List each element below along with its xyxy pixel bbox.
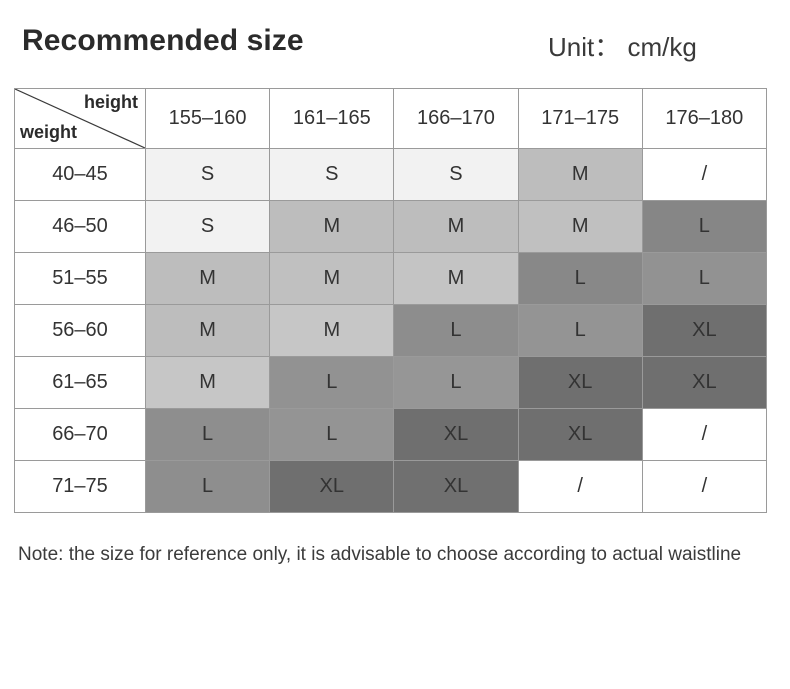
- size-cell: M: [517, 200, 643, 253]
- size-cell: XL: [269, 460, 395, 513]
- size-cell: XL: [517, 408, 643, 461]
- size-cell: M: [517, 148, 643, 201]
- size-cell: L: [641, 252, 767, 305]
- row-label-71-75: 71–75: [14, 460, 146, 513]
- table-row: 71–75 L XL XL / /: [14, 460, 767, 513]
- column-header-166-170: 166–170: [393, 88, 519, 149]
- size-cell: XL: [517, 356, 643, 409]
- size-cell: S: [144, 200, 271, 253]
- size-cell: XL: [393, 408, 519, 461]
- table-row: 66–70 L L XL XL /: [14, 408, 767, 461]
- size-cell: L: [393, 304, 519, 357]
- row-label-46-50: 46–50: [14, 200, 146, 253]
- size-cell: M: [393, 252, 519, 305]
- size-cell: S: [393, 148, 519, 201]
- size-cell: L: [144, 460, 271, 513]
- size-cell: L: [269, 356, 395, 409]
- column-header-161-165: 161–165: [269, 88, 395, 149]
- size-cell: L: [517, 304, 643, 357]
- page-title: Recommended size: [22, 24, 304, 57]
- table-body: 40–45 S S S M / 46–50 S M M M L 51–55 M …: [14, 148, 767, 513]
- row-label-66-70: 66–70: [14, 408, 146, 461]
- size-cell: /: [517, 460, 643, 513]
- table-row: 56–60 M M L L XL: [14, 304, 767, 357]
- row-label-56-60: 56–60: [14, 304, 146, 357]
- row-label-61-65: 61–65: [14, 356, 146, 409]
- size-cell: XL: [641, 304, 767, 357]
- corner-weight-label: weight: [20, 122, 77, 143]
- size-cell: L: [517, 252, 643, 305]
- row-label-51-55: 51–55: [14, 252, 146, 305]
- size-cell: M: [269, 200, 395, 253]
- size-cell: M: [144, 304, 271, 357]
- size-cell: L: [393, 356, 519, 409]
- column-header-176-180: 176–180: [641, 88, 767, 149]
- size-cell: S: [144, 148, 271, 201]
- row-label-40-45: 40–45: [14, 148, 146, 201]
- size-cell: /: [641, 460, 767, 513]
- size-chart-page: Recommended size Unit： cm/kg height weig…: [0, 0, 790, 689]
- size-cell: L: [144, 408, 271, 461]
- size-cell: M: [393, 200, 519, 253]
- table-header: height weight 155–160 161–165 166–170 17…: [14, 88, 767, 149]
- column-header-155-160: 155–160: [144, 88, 271, 149]
- size-table: height weight 155–160 161–165 166–170 17…: [14, 88, 767, 513]
- corner-header-cell: height weight: [14, 88, 146, 149]
- size-cell: /: [641, 148, 767, 201]
- size-cell: S: [269, 148, 395, 201]
- size-cell: M: [269, 304, 395, 357]
- note-text: Note: the size for reference only, it is…: [18, 544, 742, 565]
- size-cell: XL: [641, 356, 767, 409]
- table-row: 51–55 M M M L L: [14, 252, 767, 305]
- table-row: 46–50 S M M M L: [14, 200, 767, 253]
- corner-height-label: height: [84, 92, 138, 112]
- size-cell: M: [144, 356, 271, 409]
- chart-header: Recommended size Unit： cm/kg: [0, 24, 790, 72]
- size-cell: L: [269, 408, 395, 461]
- unit-label: Unit： cm/kg: [548, 32, 697, 62]
- header-row: height weight 155–160 161–165 166–170 17…: [14, 88, 767, 149]
- column-header-171-175: 171–175: [517, 88, 643, 149]
- table-row: 40–45 S S S M /: [14, 148, 767, 201]
- size-cell: M: [144, 252, 271, 305]
- size-cell: /: [641, 408, 767, 461]
- table-row: 61–65 M L L XL XL: [14, 356, 767, 409]
- size-cell: L: [641, 200, 767, 253]
- size-cell: XL: [393, 460, 519, 513]
- size-cell: M: [269, 252, 395, 305]
